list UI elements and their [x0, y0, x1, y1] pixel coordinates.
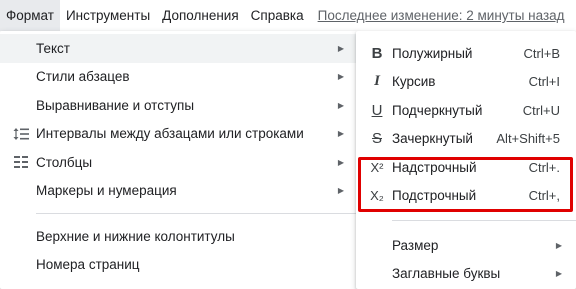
submenu-arrow-icon: ▶ [337, 100, 344, 110]
underline-icon: U [371, 101, 383, 119]
menu-item-label: Полужирный [392, 45, 473, 61]
italic-icon: I [374, 73, 380, 90]
columns-icon [12, 148, 30, 177]
submenu-arrow-icon: ▶ [555, 240, 562, 250]
line-spacing-icon [12, 120, 30, 149]
format-menu-item-align-indent[interactable]: Выравнивание и отступы ▶ [0, 91, 358, 120]
shortcut-label: Ctrl+. [528, 159, 560, 175]
format-menu-item-bullets[interactable]: Маркеры и нумерация ▶ [0, 177, 358, 206]
submenu-arrow-icon: ▶ [555, 269, 562, 279]
menu-item-label: Заглавные буквы [392, 266, 501, 282]
shortcut-label: Ctrl+U [522, 102, 560, 118]
menu-item-label: Номера страниц [36, 257, 140, 273]
menu-item-label: Подстрочный [392, 188, 477, 204]
submenu-arrow-icon: ▶ [337, 157, 344, 167]
submenu-arrow-icon: ▶ [337, 129, 344, 139]
menu-format[interactable]: Формат [0, 0, 60, 31]
format-menu-item-columns[interactable]: Столбцы ▶ [0, 148, 358, 177]
format-menu-item-line-spacing[interactable]: Интервалы между абзацами или строками ▶ [0, 120, 358, 149]
text-submenu-item-superscript[interactable]: X² Надстрочный Ctrl+. [356, 153, 576, 182]
menu-item-label: Зачеркнутый [392, 131, 473, 147]
menu-item-label: Интервалы между абзацами или строками [36, 126, 304, 142]
shortcut-label: Alt+Shift+5 [496, 131, 560, 147]
text-submenu-item-bold[interactable]: B Полужирный Ctrl+B [356, 39, 576, 68]
shortcut-label: Ctrl+I [528, 74, 560, 90]
bold-icon: B [371, 44, 383, 62]
text-submenu-item-capitalization[interactable]: Заглавные буквы ▶ [356, 260, 576, 289]
menu-tools[interactable]: Инструменты [60, 0, 156, 31]
submenu-arrow-icon: ▶ [337, 43, 344, 53]
strikethrough-icon: S [371, 130, 382, 148]
menu-item-label: Курсив [392, 74, 436, 90]
format-menu-item-page-numbers[interactable]: Номера страниц [0, 251, 358, 280]
submenu-arrow-icon: ▶ [337, 186, 344, 196]
text-submenu-item-size[interactable]: Размер ▶ [356, 231, 576, 260]
text-submenu-item-underline[interactable]: U Подчеркнутый Ctrl+U [356, 96, 576, 125]
format-menu-item-headers-footers[interactable]: Верхние и нижние колонтитулы [0, 222, 358, 251]
menu-item-label: Размер [392, 237, 439, 253]
menu-item-label: Столбцы [36, 154, 93, 170]
text-submenu: B Полужирный Ctrl+B I Курсив Ctrl+I U По… [356, 31, 576, 289]
menu-item-label: Выравнивание и отступы [36, 97, 195, 113]
text-submenu-item-subscript[interactable]: X₂ Подстрочный Ctrl+, [356, 182, 576, 211]
menu-item-label: Надстрочный [392, 159, 477, 175]
submenu-arrow-icon: ▶ [337, 72, 344, 82]
subscript-icon: X₂ [370, 188, 384, 204]
menu-item-label: Текст [36, 40, 70, 56]
menu-bar: Формат Инструменты Дополнения Справка По… [0, 0, 576, 31]
menu-item-label: Маркеры и нумерация [36, 183, 177, 199]
format-menu-item-paragraph-styles[interactable]: Стили абзацев ▶ [0, 63, 358, 92]
shortcut-label: Ctrl+, [528, 188, 560, 204]
menu-addons[interactable]: Дополнения [156, 0, 244, 31]
format-menu: Текст ▶ Стили абзацев ▶ Выравнивание и о… [0, 31, 358, 289]
menu-item-label: Подчеркнутый [392, 102, 483, 118]
shortcut-label: Ctrl+B [523, 45, 560, 61]
menu-help[interactable]: Справка [245, 0, 310, 31]
superscript-icon: X² [370, 159, 384, 175]
menu-divider [392, 220, 576, 221]
text-submenu-item-italic[interactable]: I Курсив Ctrl+I [356, 68, 576, 97]
menu-divider [36, 213, 358, 214]
menu-item-label: Стили абзацев [36, 69, 130, 85]
menu-item-label: Верхние и нижние колонтитулы [36, 228, 235, 244]
last-edit-link[interactable]: Последнее изменение: 2 минуты назад [318, 8, 565, 23]
format-menu-item-text[interactable]: Текст ▶ [0, 34, 358, 63]
text-submenu-item-strikethrough[interactable]: S Зачеркнутый Alt+Shift+5 [356, 125, 576, 154]
